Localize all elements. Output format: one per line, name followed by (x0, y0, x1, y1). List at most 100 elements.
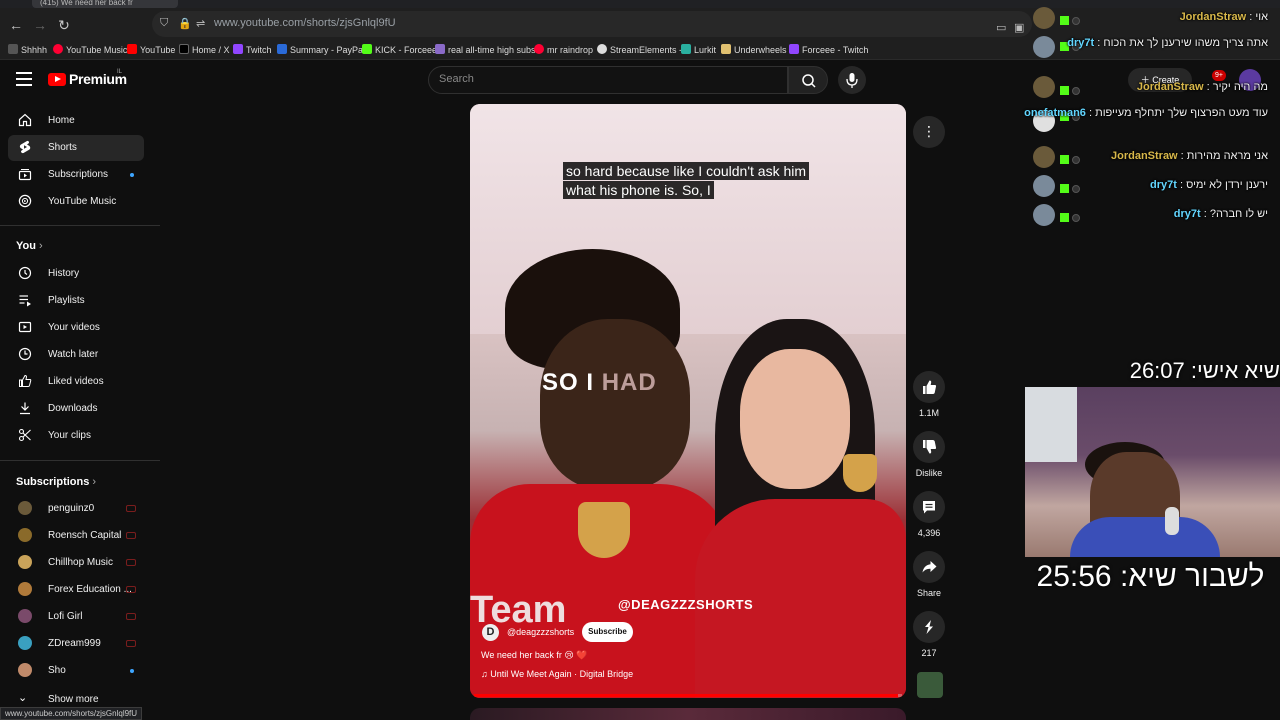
your-videos-icon (18, 321, 32, 333)
chat-message: אתה צריך משהו שירענן לך את הכוח : dry7t (1016, 35, 1268, 51)
chat-separator: : (1085, 107, 1096, 119)
bookmark-item[interactable]: Shhhh (8, 44, 47, 55)
bookmark-item[interactable]: KICK - Forceee (362, 44, 437, 55)
shield-icon[interactable]: ⛉ (160, 17, 168, 30)
bookmark-item[interactable]: mr raindrop (534, 44, 593, 55)
chat-username[interactable]: JordanStraw (1180, 11, 1247, 23)
lock-icon[interactable]: 🔒 (178, 17, 192, 30)
search-button[interactable] (788, 66, 828, 94)
sidebar-item-label: Forex Education ... (48, 584, 132, 595)
bookmark-item[interactable]: real all-time high subs (435, 44, 536, 55)
sidebar-channel-lofi-girl[interactable]: Lofi Girl (8, 604, 144, 630)
sidebar-item-downloads[interactable]: Downloads (8, 396, 144, 422)
reload-icon[interactable]: ↻ (56, 17, 72, 33)
sound-link[interactable]: ♫ Until We Meet Again · Digital Bridge (481, 669, 633, 679)
like-count: 1.1M (918, 408, 939, 418)
back-icon[interactable]: ← (8, 17, 24, 33)
video-progress-bar[interactable] (474, 694, 902, 697)
chat-separator: : (1177, 150, 1187, 162)
bookmark-item[interactable]: YouTube (127, 44, 175, 55)
channel-name[interactable]: @deagzzzshorts (507, 627, 574, 637)
sidebar-item-your-videos[interactable]: Your videos (8, 315, 144, 341)
folder-icon (8, 44, 18, 54)
address-bar[interactable]: ⛉ 🔒 ⇌ www.youtube.com/shorts/zjsGnlql9fU (152, 11, 1032, 37)
remix-icon (925, 620, 933, 634)
chat-text: אתה צריך משהו שירענן לך את הכוח (1103, 37, 1268, 49)
sidebar-channel-roensch-capital[interactable]: Roensch Capital (8, 523, 144, 549)
sidebar-item-label: Lofi Girl (48, 611, 83, 622)
sidebar-channel-chillhop-music[interactable]: Chillhop Music (8, 550, 144, 576)
twitch-icon (789, 44, 799, 54)
webcam-feed (1025, 387, 1280, 557)
subscribe-button[interactable]: Subscribe (582, 622, 633, 642)
sidebar-item-history[interactable]: History (8, 261, 144, 287)
chat-username[interactable]: JordanStraw (1137, 81, 1204, 93)
like-button[interactable] (913, 371, 945, 403)
live-icon (126, 505, 136, 512)
more-vertical-icon: ⋮ (922, 123, 936, 139)
bookmark-item[interactable]: StreamElements - (597, 44, 682, 55)
x-icon (179, 44, 189, 54)
sidebar-channel-forex-education[interactable]: Forex Education ... (8, 577, 144, 603)
video-title: We need her back fr 😢 ❤️ (481, 650, 588, 660)
bookmark-item[interactable]: Underwheels (721, 44, 787, 55)
bookmark-item[interactable]: YouTube Music (53, 44, 127, 55)
sidebar-channel-penguinz0[interactable]: penguinz0 (8, 496, 144, 522)
sidebar-item-liked-videos[interactable]: Liked videos (8, 369, 144, 395)
home-icon (18, 113, 32, 127)
thumbs-down-icon (923, 440, 937, 454)
sidebar-you-heading[interactable]: You › (16, 240, 43, 252)
sidebar-item-shorts[interactable]: Shorts (8, 135, 144, 161)
sidebar-item-subscriptions[interactable]: Subscriptions (8, 162, 144, 188)
sidebar-item-label: Roensch Capital (48, 530, 122, 541)
search-box[interactable] (428, 66, 788, 94)
bookmark-item[interactable]: Twitch (233, 44, 272, 55)
feather-icon (435, 44, 445, 54)
sidebar-item-watch-later[interactable]: Watch later (8, 342, 144, 368)
site-settings-icon[interactable]: ⇌ (196, 17, 205, 30)
remix-button[interactable] (913, 611, 945, 643)
bookmark-item[interactable]: Lurkit (681, 44, 716, 55)
chat-username[interactable]: JordanStraw (1111, 150, 1178, 162)
search-input[interactable] (439, 73, 759, 85)
chat-username[interactable]: dry7t (1174, 208, 1201, 220)
reader-mode-icon[interactable]: ▭ (996, 21, 1006, 34)
shorts-video-player[interactable]: Team so hard because like I couldn't ask… (470, 104, 906, 698)
share-button[interactable] (913, 551, 945, 583)
sidebar-item-your-clips[interactable]: Your clips (8, 423, 144, 449)
twitch-icon (233, 44, 243, 54)
club-crest-icon (843, 454, 877, 492)
forward-icon[interactable]: → (32, 17, 48, 33)
sound-thumbnail[interactable] (917, 672, 943, 698)
channel-avatar[interactable]: D (482, 624, 499, 641)
sidebar-channel-zdream999[interactable]: ZDream999 (8, 631, 144, 657)
chat-text: יש לו חברה? (1209, 208, 1268, 220)
next-short-preview[interactable] (470, 708, 906, 720)
dislike-button[interactable] (913, 431, 945, 463)
video-caption: so hard because like I couldn't ask him … (563, 162, 819, 200)
sidebar-item-home[interactable]: Home (8, 108, 144, 134)
sidebar-item-youtube-music[interactable]: YouTube Music (8, 189, 144, 215)
voice-search-button[interactable] (838, 66, 866, 94)
bookmark-item[interactable]: Home / X (179, 44, 230, 55)
video-progress-fill (474, 694, 898, 697)
chat-message: ירענן ירדן לא ימיס : dry7t (1016, 177, 1268, 193)
chat-username[interactable]: dry7t (1067, 37, 1094, 49)
bookmark-item[interactable]: Summary - PayPal (277, 44, 365, 55)
clock-icon (18, 347, 32, 361)
browser-tab-active[interactable]: (415) We need her back fr (32, 0, 178, 8)
menu-icon[interactable] (16, 72, 32, 86)
bookmark-item[interactable]: Forceee - Twitch (789, 44, 868, 55)
youtube-play-icon (48, 73, 66, 86)
live-icon (126, 640, 136, 647)
sidebar-item-playlists[interactable]: Playlists (8, 288, 144, 314)
url-text[interactable]: www.youtube.com/shorts/zjsGnlql9fU (214, 17, 396, 29)
download-icon (20, 402, 30, 415)
sidebar-item-label: Shorts (48, 142, 77, 153)
sidebar-subscriptions-heading[interactable]: Subscriptions › (16, 476, 96, 488)
chat-username[interactable]: dry7t (1150, 179, 1177, 191)
sidebar-channel-sho[interactable]: Sho (8, 658, 144, 684)
chat-username[interactable]: onefatman6 (1024, 107, 1086, 119)
comments-button[interactable] (913, 491, 945, 523)
more-options-button[interactable]: ⋮ (913, 116, 945, 148)
